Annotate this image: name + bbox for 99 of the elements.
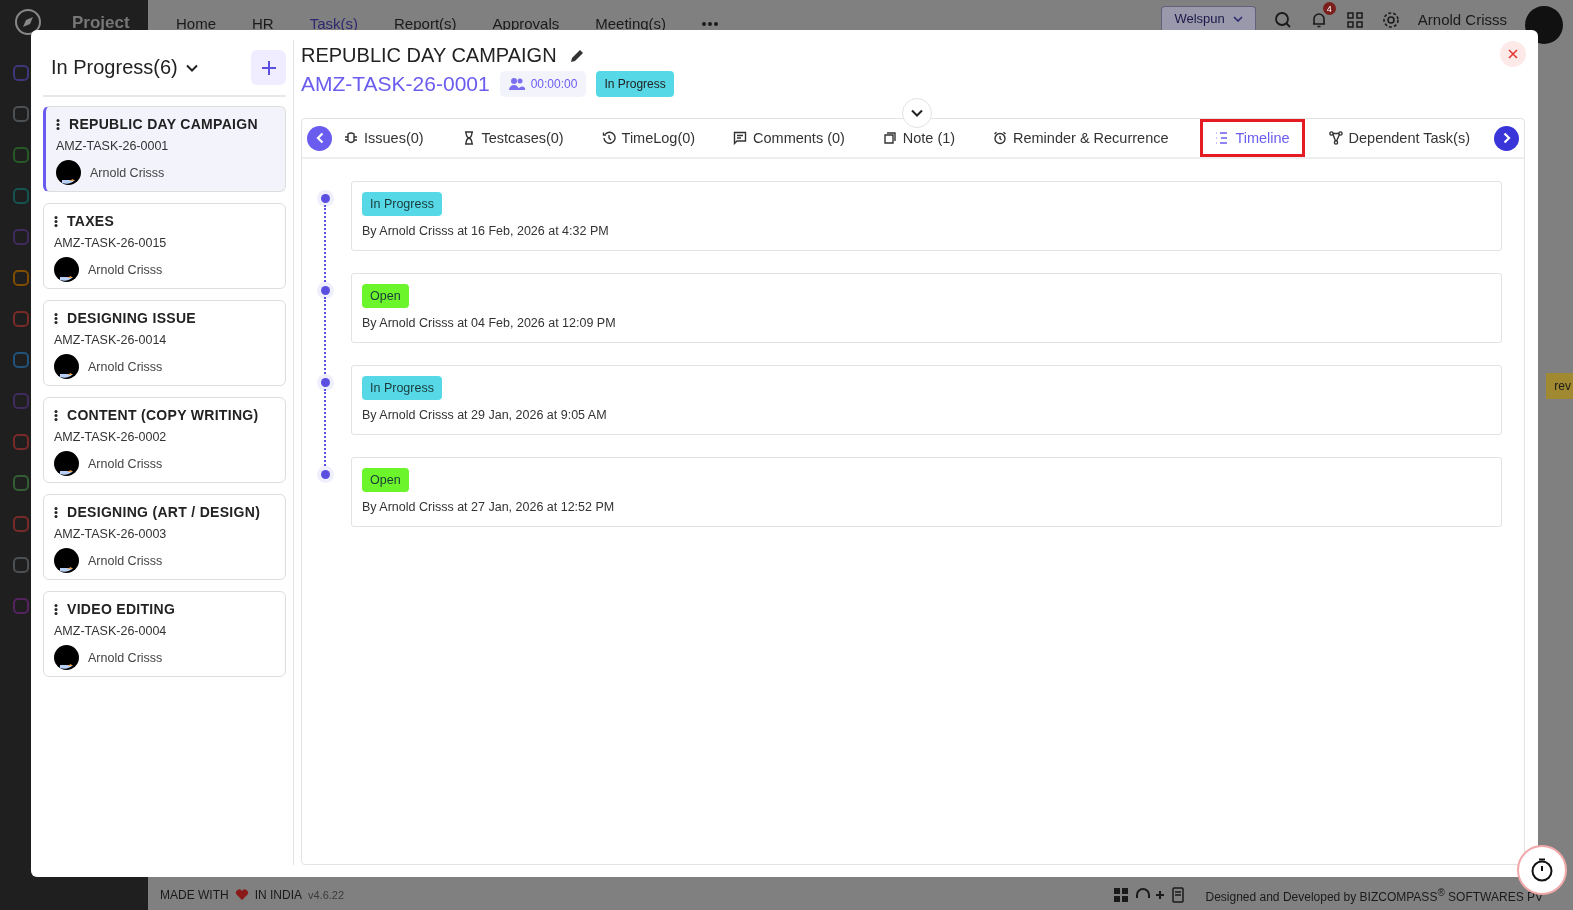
avatar-icon bbox=[54, 645, 79, 670]
chevron-down-icon bbox=[185, 63, 198, 72]
status-tag: In Progress bbox=[596, 71, 674, 97]
avatar-icon bbox=[54, 548, 79, 573]
assignee-name: Arnold Crisss bbox=[90, 165, 165, 180]
app-name: Project bbox=[72, 14, 130, 31]
assignee-name: Arnold Crisss bbox=[88, 650, 163, 665]
nav-link[interactable]: HR bbox=[252, 16, 274, 31]
drag-handle-icon[interactable] bbox=[54, 603, 58, 615]
plus-icon bbox=[260, 59, 277, 76]
user-name[interactable]: Arnold Crisss bbox=[1417, 12, 1507, 27]
tab[interactable]: Dependent Task(s) bbox=[1322, 119, 1484, 157]
nav-link[interactable]: Approvals bbox=[492, 16, 560, 31]
task-code: AMZ-TASK-26-0003 bbox=[54, 527, 168, 541]
task-title: VIDEO EDITING bbox=[67, 601, 176, 617]
task-title: DESIGNING (ART / DESIGN) bbox=[67, 504, 261, 520]
compass-icon bbox=[14, 8, 42, 36]
bug-icon bbox=[344, 131, 358, 145]
made-with-text: MADE WITH bbox=[160, 888, 229, 902]
assignee-name: Arnold Crisss bbox=[88, 262, 163, 277]
search-icon[interactable] bbox=[1273, 11, 1292, 29]
status-tag: Open bbox=[362, 468, 409, 492]
previous-button[interactable] bbox=[307, 125, 332, 151]
task-card[interactable]: DESIGNING ISSUE AMZ-TASK-26-0014 Arnold Crisss bbox=[43, 300, 286, 386]
alarm-icon bbox=[993, 131, 1007, 145]
task-code[interactable]: AMZ-TASK-26-0001 bbox=[301, 72, 490, 96]
assignee-name: Arnold Crisss bbox=[88, 359, 163, 374]
task-title: CONTENT (COPY WRITING) bbox=[67, 407, 259, 423]
heart-icon bbox=[234, 889, 249, 901]
apps-icon[interactable] bbox=[1345, 11, 1364, 29]
windows-icon[interactable] bbox=[1113, 887, 1130, 903]
task-card[interactable]: DESIGNING (ART / DESIGN) AMZ-TASK-26-0003 Arnold Crisss bbox=[43, 494, 286, 580]
timeline-text: By Arnold Crisss at 16 Feb, 2026 at 4:32 PM bbox=[362, 224, 609, 238]
nav-link[interactable]: Home bbox=[176, 16, 216, 31]
pencil-icon[interactable] bbox=[568, 47, 585, 64]
drag-handle-icon[interactable] bbox=[56, 118, 60, 130]
drag-handle-icon[interactable] bbox=[54, 409, 58, 421]
avatar-icon bbox=[54, 257, 79, 282]
made-in-text: IN INDIA bbox=[254, 888, 302, 902]
assignee-name: Arnold Crisss bbox=[88, 553, 163, 568]
task-code: AMZ-TASK-26-0002 bbox=[54, 430, 168, 444]
drag-handle-icon[interactable] bbox=[54, 506, 58, 518]
chevron-right-icon bbox=[1502, 132, 1511, 144]
close-button[interactable] bbox=[1500, 41, 1526, 67]
task-card[interactable]: REPUBLIC DAY CAMPAIGN AMZ-TASK-26-0001 Arnold Crisss bbox=[43, 106, 286, 192]
nodes-icon bbox=[1328, 131, 1343, 145]
task-code: AMZ-TASK-26-0015 bbox=[54, 236, 168, 250]
avatar-icon bbox=[54, 451, 79, 476]
timer-chip[interactable]: 00:00:00 bbox=[499, 71, 587, 97]
timeline-text: By Arnold Crisss at 27 Jan, 2026 at 12:52 PM bbox=[362, 500, 615, 514]
task-card[interactable]: TAXES AMZ-TASK-26-0015 Arnold Crisss bbox=[43, 203, 286, 289]
chevron-left-icon bbox=[315, 132, 324, 144]
status-tag: In Progress bbox=[362, 376, 442, 400]
task-card[interactable]: VIDEO EDITING AMZ-TASK-26-0004 Arnold Crisss bbox=[43, 591, 286, 677]
task-title: REPUBLIC DAY CAMPAIGN bbox=[69, 116, 258, 132]
collapse-button[interactable] bbox=[902, 98, 932, 128]
settings-icon[interactable] bbox=[1381, 11, 1400, 29]
close-icon bbox=[1508, 49, 1518, 59]
timer-value: 00:00:00 bbox=[530, 77, 578, 91]
nav-link[interactable]: Meeting(s) bbox=[595, 16, 667, 31]
task-title: TAXES bbox=[67, 213, 115, 229]
notification-count: 4 bbox=[1322, 2, 1336, 15]
task-code: AMZ-TASK-26-0001 bbox=[56, 139, 170, 153]
chevron-down-icon bbox=[911, 109, 923, 117]
more-icon[interactable] bbox=[702, 21, 719, 26]
drag-handle-icon[interactable] bbox=[54, 215, 58, 227]
caret-icon bbox=[1232, 15, 1243, 22]
nav-link[interactable]: Report(s) bbox=[394, 16, 457, 31]
review-button[interactable]: rev bbox=[1546, 373, 1573, 399]
comment-icon bbox=[733, 131, 748, 145]
tab[interactable]: TimeLog(0) bbox=[595, 119, 710, 157]
status-tag: In Progress bbox=[362, 192, 442, 216]
note-icon bbox=[882, 131, 897, 145]
timeline-text: By Arnold Crisss at 04 Feb, 2026 at 12:09 PM bbox=[362, 316, 616, 330]
task-code: AMZ-TASK-26-0014 bbox=[54, 333, 168, 347]
sidebar-icon[interactable] bbox=[12, 269, 30, 287]
tab[interactable]: Issues(0) bbox=[338, 119, 438, 157]
timeline-text: By Arnold Crisss at 29 Jan, 2026 at 9:05 AM bbox=[362, 408, 607, 422]
stopwatch-icon bbox=[1529, 857, 1555, 883]
next-button[interactable] bbox=[1494, 125, 1519, 151]
tab[interactable]: Comments (0) bbox=[727, 119, 859, 157]
task-title: DESIGNING ISSUE bbox=[67, 310, 196, 326]
tab[interactable]: Reminder & Recurrence bbox=[987, 119, 1183, 157]
drag-handle-icon[interactable] bbox=[54, 312, 58, 324]
task-code: AMZ-TASK-26-0004 bbox=[54, 624, 168, 638]
users-icon bbox=[508, 77, 525, 91]
task-card[interactable]: CONTENT (COPY WRITING) AMZ-TASK-26-0002 Arnold Crisss bbox=[43, 397, 286, 483]
status-filter[interactable]: In Progress(6) bbox=[51, 56, 198, 79]
tab[interactable]: Note (1) bbox=[876, 119, 970, 157]
add-button[interactable] bbox=[251, 50, 286, 85]
status-tag: Open bbox=[362, 284, 409, 308]
tab[interactable]: Timeline bbox=[1200, 119, 1305, 157]
version-text: v4.6.22 bbox=[308, 889, 345, 901]
history-icon bbox=[601, 131, 616, 145]
tab[interactable]: Testcases(0) bbox=[455, 119, 578, 157]
task-title: REPUBLIC DAY CAMPAIGN bbox=[301, 44, 557, 67]
assignee-name: Arnold Crisss bbox=[88, 456, 163, 471]
avatar-icon bbox=[56, 160, 81, 185]
avatar-icon bbox=[54, 354, 79, 379]
